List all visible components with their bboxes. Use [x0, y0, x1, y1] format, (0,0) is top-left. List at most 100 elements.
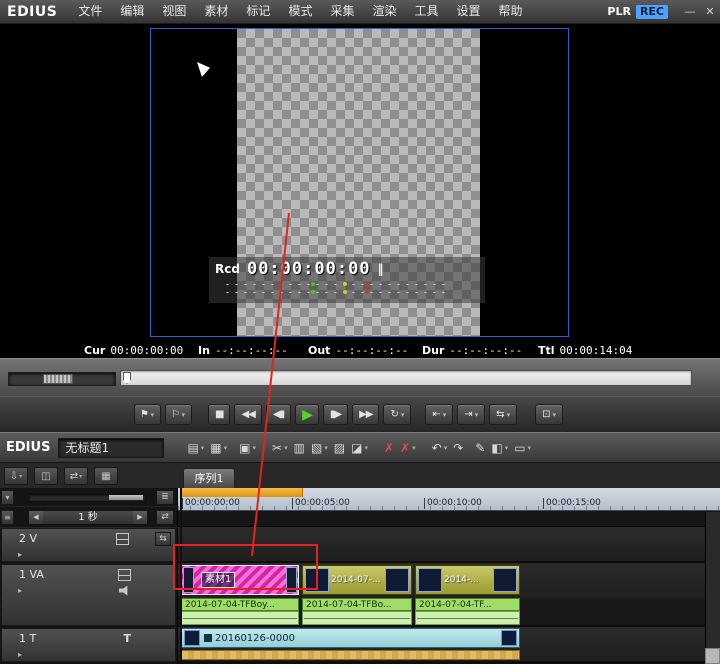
minimize-button[interactable]: — [680, 1, 700, 23]
loop-play-button[interactable]: ↻▾ [383, 404, 411, 425]
speaker-icon[interactable] [119, 586, 131, 596]
audio-clip-tfboys-2[interactable]: 2014-07-04-TFBo... [302, 598, 412, 611]
menu-tools[interactable]: 工具 [405, 0, 447, 23]
export-button[interactable]: ⊡▾ [535, 404, 563, 425]
video-channel-icon[interactable] [116, 533, 129, 545]
goto-out-button[interactable]: ⇥▾ [457, 404, 485, 425]
track-header-1t[interactable]: 1 T T ▸ [1, 628, 176, 662]
copy-button[interactable]: ▥ [291, 439, 308, 457]
timeline-clip-2014[interactable]: 2014-... [415, 565, 520, 595]
menu-settings[interactable]: 设置 [448, 0, 490, 23]
resize-grip[interactable] [705, 648, 720, 664]
panel-menu-button[interactable]: ▾ [1, 490, 14, 505]
audio-waveform[interactable] [415, 611, 520, 625]
rewind-button[interactable]: ◀◀ [234, 404, 261, 425]
audio-meter-row [223, 282, 451, 287]
track-height-button[interactable]: ≣ [156, 490, 174, 505]
menu-render[interactable]: 渲染 [363, 0, 405, 23]
clip-thumbnail [418, 568, 442, 592]
fast-forward-button[interactable]: ▶▶ [352, 404, 379, 425]
audio-waveform[interactable] [181, 611, 299, 625]
ripple-delete-button[interactable]: ✗▾ [397, 439, 419, 457]
va-audio-label-lane[interactable]: 2014-07-04-TFBoy... 2014-07-04-TFBo... 2… [178, 598, 720, 611]
menu-marker[interactable]: 标记 [237, 0, 279, 23]
new-sequence-button[interactable]: ▤▾ [184, 439, 207, 457]
title-clip-20160126[interactable]: 20160126-0000 [181, 628, 520, 648]
track-header-1va[interactable]: 1 VA ▸ [1, 564, 176, 626]
clip-thumbnail [501, 630, 517, 646]
track-swap-button[interactable]: ⇆ [155, 532, 171, 546]
va-waveform-lane[interactable] [178, 611, 720, 625]
menu-help[interactable]: 帮助 [490, 0, 532, 23]
timescale-increase-button[interactable]: ▶ [133, 511, 147, 524]
timeline-ruler[interactable]: 00:00:00:00 00:00:05:00 00:00:10:00 00:0… [178, 488, 720, 511]
edit-pen-button[interactable]: ✎ [472, 439, 488, 457]
duplicate-button[interactable]: ◪▾ [348, 439, 371, 457]
save-project-button[interactable]: ▣▾ [236, 439, 259, 457]
track-content-1t[interactable]: 20160126-0000 [178, 627, 720, 661]
vertical-scrollbar[interactable] [705, 512, 720, 648]
paste-button[interactable]: ▧▾ [308, 439, 331, 457]
track-content-2v[interactable] [178, 527, 720, 561]
menu-capture[interactable]: 采集 [321, 0, 363, 23]
previous-frame-button[interactable]: ◀▮ [266, 404, 291, 425]
stop-button[interactable]: ■ [208, 404, 230, 425]
next-frame-button[interactable]: ▮▶ [323, 404, 348, 425]
menu-edit[interactable]: 编辑 [111, 0, 153, 23]
close-button[interactable]: ✕ [700, 1, 720, 23]
panel-list-button[interactable]: ≡ [1, 510, 14, 525]
video-channel-icon[interactable] [118, 569, 131, 581]
cut-button[interactable]: ✂▾ [269, 439, 291, 457]
tab-sequence-1[interactable]: 序列1 [183, 468, 235, 489]
snap-button[interactable]: ▦ [94, 467, 118, 485]
plr-mode-label[interactable]: PLR [607, 5, 631, 18]
track-expand-button[interactable]: ▸ [18, 586, 22, 595]
zoom-slider-thumb[interactable] [109, 495, 143, 500]
ripple-mode-button[interactable]: ⇄▾ [64, 467, 88, 485]
set-out-button[interactable]: ⚐▾ [165, 404, 192, 425]
menu-file[interactable]: 文件 [69, 0, 111, 23]
position-slider-thumb[interactable] [123, 372, 131, 384]
track-expand-button[interactable]: ▸ [18, 550, 22, 559]
ttl-value: 00:00:14:04 [560, 344, 633, 357]
monitor-toggle-button[interactable]: ▭▾ [511, 439, 534, 457]
goto-in-button[interactable]: ⇤▾ [425, 404, 453, 425]
menu-view[interactable]: 视图 [153, 0, 195, 23]
play-button[interactable]: ▶ [295, 404, 319, 425]
replace-button[interactable]: ▨ [331, 439, 348, 457]
jog-shuttle-slider[interactable] [8, 372, 116, 386]
redo-icon: ↷ [453, 441, 463, 455]
timeline-clip-sucai1[interactable]: 素材1 [181, 565, 299, 595]
play-around-cursor-button[interactable]: ⇆▾ [489, 404, 517, 425]
jog-thumb[interactable] [43, 374, 73, 384]
timescale-decrease-button[interactable]: ◀ [29, 511, 43, 524]
fit-timeline-button[interactable]: ⇄ [156, 510, 174, 525]
project-title: 无标题1 [58, 438, 164, 458]
audio-clip-tfboys-1[interactable]: 2014-07-04-TFBoy... [181, 598, 299, 611]
chevron-down-icon: ▾ [224, 444, 228, 452]
menu-mode[interactable]: 模式 [279, 0, 321, 23]
delete-button[interactable]: ✗ [381, 439, 397, 457]
audio-waveform[interactable] [302, 611, 412, 625]
timeline-tracks-area: 00:00:00:00 00:00:05:00 00:00:10:00 00:0… [178, 488, 720, 664]
title-mixer-strip[interactable] [181, 650, 520, 660]
menu-clip[interactable]: 素材 [195, 0, 237, 23]
track-expand-button[interactable]: ▸ [18, 650, 22, 659]
track-header-2v[interactable]: 2 V ⇆ ▸ [1, 528, 176, 562]
add-clip-button[interactable]: ▦▾ [207, 439, 230, 457]
sync-lock-button[interactable]: ◫ [34, 467, 58, 485]
timeline-playhead[interactable] [180, 488, 182, 664]
timeline-zoom-slider[interactable] [28, 493, 146, 502]
timeline-clip-2014-07[interactable]: 2014-07-... [302, 565, 412, 595]
step-back-icon: ◀▮ [273, 409, 284, 420]
insert-overwrite-mode-button[interactable]: ⇩▾ [4, 467, 28, 485]
redo-button[interactable]: ↷ [450, 439, 466, 457]
position-slider[interactable] [120, 370, 692, 386]
rec-mode-badge[interactable]: REC [636, 5, 668, 19]
undo-button[interactable]: ↶▾ [429, 439, 451, 457]
mixer-button[interactable]: ◧▾ [488, 439, 511, 457]
ripple-mode-icon: ⇄ [70, 471, 78, 482]
va-video-lane[interactable]: 素材1 2014-07-... 2014-... [178, 563, 720, 598]
audio-clip-tfboys-3[interactable]: 2014-07-04-TF... [415, 598, 520, 611]
set-in-button[interactable]: ⚑▾ [134, 404, 161, 425]
